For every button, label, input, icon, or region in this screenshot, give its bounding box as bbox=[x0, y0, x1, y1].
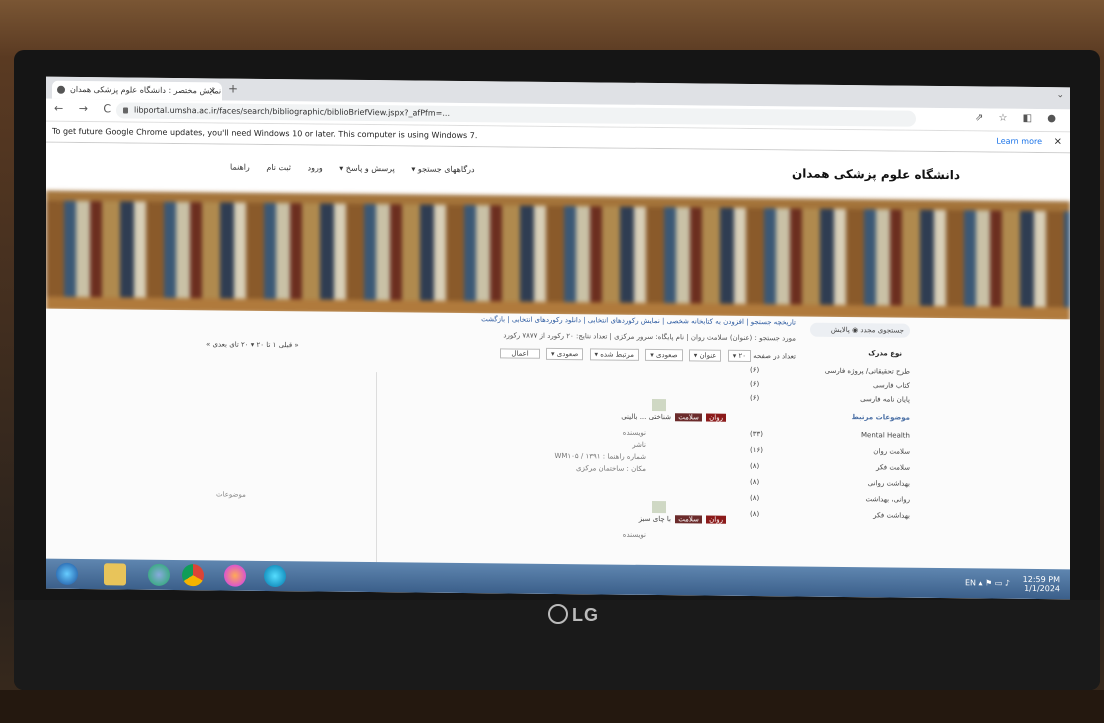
related-item[interactable]: بهداشت فکر (۸) bbox=[750, 510, 910, 520]
related-label: روانی، بهداشت bbox=[865, 495, 910, 504]
facet-item[interactable]: طرح تحقیقاتی/ پروژه فارسی (۶) bbox=[750, 366, 910, 376]
related-item[interactable]: روانی، بهداشت (۸) bbox=[750, 494, 910, 504]
sort-label: تعداد در صفحه bbox=[753, 352, 796, 361]
related-item[interactable]: Mental Health (۳۳) bbox=[750, 430, 910, 440]
refine-search-input[interactable]: جستجوی مجدد ◉ پالایش bbox=[810, 322, 910, 338]
nav-buttons[interactable]: ← → C bbox=[54, 102, 117, 116]
content-area: جستجوی مجدد ◉ پالایش نوع مدرک طرح تحقیقا… bbox=[46, 308, 1070, 600]
clock-date: 1/1/2024 bbox=[1024, 583, 1060, 594]
lg-logo: LG bbox=[548, 604, 599, 626]
menu-help[interactable]: راهنما bbox=[230, 163, 250, 172]
highlight-tag: روان bbox=[706, 413, 726, 422]
result-record[interactable]: روان سلامت با چای سبز نویسنده bbox=[426, 499, 726, 539]
related-label: سلامت فکر bbox=[876, 463, 910, 472]
infobar-close-icon[interactable]: × bbox=[1054, 132, 1062, 152]
lock-icon bbox=[123, 107, 128, 114]
ie-icon[interactable] bbox=[148, 563, 170, 586]
book-thumb-icon bbox=[652, 398, 666, 412]
sort-order-select[interactable]: صعودی ▾ bbox=[645, 348, 683, 362]
browser-tab[interactable]: نمایش مختصر : دانشگاه علوم پزشکی همدان × bbox=[52, 80, 222, 101]
side-note: موضوعات bbox=[216, 490, 246, 499]
related-item[interactable]: بهداشت روانی (۸) bbox=[750, 478, 910, 488]
menu-login[interactable]: ورود bbox=[308, 163, 323, 172]
lg-circle-icon bbox=[548, 604, 568, 624]
site-title[interactable]: دانشگاه علوم پزشکی همدان bbox=[792, 166, 960, 182]
related-item[interactable]: سلامت فکر (۸) bbox=[750, 462, 910, 472]
highlight-tag: روان bbox=[706, 515, 726, 524]
sort-order2-select[interactable]: صعودی ▾ bbox=[545, 347, 584, 361]
highlight-tag: سلامت bbox=[675, 413, 702, 422]
record-line: نویسنده bbox=[622, 428, 646, 437]
new-tab-button[interactable]: + bbox=[228, 82, 238, 96]
url-text: libportal.umsha.ac.ir/faces/search/bibli… bbox=[134, 105, 450, 118]
menu-register[interactable]: ثبت نام bbox=[266, 163, 291, 172]
pager[interactable]: « قبلی ۱ تا ۲۰ ▾ ۲۰ تای بعدی » bbox=[206, 340, 299, 349]
start-button-icon[interactable] bbox=[56, 562, 78, 585]
facet-sidebar: جستجوی مجدد ◉ پالایش نوع مدرک طرح تحقیقا… bbox=[750, 317, 1070, 600]
menu-search-portals[interactable]: درگاههای جستجو ▾ bbox=[411, 164, 474, 174]
title-suffix: با چای سبز bbox=[638, 514, 671, 524]
divider bbox=[376, 372, 377, 593]
firefox-icon[interactable] bbox=[224, 564, 246, 587]
results-panel: تاریخچه جستجو | افزودن به کتابخانه شخصی … bbox=[206, 310, 796, 596]
doc-type-heading: نوع مدرک bbox=[868, 349, 902, 358]
apply-button[interactable]: اعمال bbox=[500, 348, 540, 359]
related-label: بهداشت روانی bbox=[867, 479, 910, 488]
page-size-select[interactable]: ۲۰ ▾ bbox=[727, 349, 751, 363]
record-line: ناشر bbox=[632, 440, 646, 449]
learn-more-link[interactable]: Learn more bbox=[996, 132, 1042, 152]
chrome-icon[interactable] bbox=[182, 564, 204, 587]
explorer-icon[interactable] bbox=[104, 563, 126, 586]
menu-qa[interactable]: پرسش و پاسخ ▾ bbox=[339, 164, 395, 174]
related-item[interactable]: سلامت روان (۱۶) bbox=[750, 446, 910, 456]
related-label: بهداشت فکر bbox=[873, 511, 910, 520]
related-label: سلامت روان bbox=[873, 447, 910, 456]
sort-field-select[interactable]: عنوان ▾ bbox=[688, 349, 722, 362]
clock[interactable]: 12:59 PM 1/1/2024 bbox=[1023, 575, 1060, 593]
facet-item[interactable]: کتاب فارسی (۶) bbox=[750, 380, 910, 390]
record-line: مکان : ساختمان مرکزی bbox=[576, 464, 646, 473]
record-line: نویسنده bbox=[622, 530, 646, 539]
related-subjects-heading: موضوعات مرتبط bbox=[851, 413, 910, 422]
search-scope-radio[interactable]: پالایش bbox=[831, 326, 850, 334]
brand-label: LG bbox=[572, 605, 599, 625]
bookshelf-banner bbox=[46, 190, 1070, 322]
record-title[interactable]: روان سلامت با چای سبز bbox=[639, 515, 726, 524]
tab-title: نمایش مختصر : دانشگاه علوم پزشکی همدان bbox=[70, 84, 222, 96]
info-message: To get future Google Chrome updates, you… bbox=[52, 126, 478, 141]
screen: نمایش مختصر : دانشگاه علوم پزشکی همدان ×… bbox=[46, 76, 1070, 600]
tab-search-icon[interactable]: ⌄ bbox=[1056, 90, 1064, 100]
facet-label: پایان نامه فارسی bbox=[860, 395, 910, 404]
search-placeholder: جستجوی مجدد bbox=[860, 326, 904, 335]
highlight-tag: سلامت bbox=[675, 515, 702, 524]
facet-label: کتاب فارسی bbox=[873, 381, 910, 390]
system-tray[interactable]: EN ▴ ⚑ ▭ ♪ bbox=[965, 578, 1010, 587]
related-label: Mental Health bbox=[861, 431, 910, 440]
toolbar-icons[interactable]: ⇗ ☆ ◧ ● bbox=[975, 112, 1062, 124]
result-meta: مورد جستجو : (عنوان) سلامت روان | نام پا… bbox=[503, 331, 796, 343]
record-title[interactable]: روان سلامت شناختی ... بالینی bbox=[621, 413, 726, 422]
results-toolbar[interactable]: تاریخچه جستجو | افزودن به کتابخانه شخصی … bbox=[481, 315, 796, 326]
facet-item[interactable]: پایان نامه فارسی (۶) bbox=[750, 394, 910, 404]
tab-close-icon[interactable]: × bbox=[208, 82, 216, 100]
edge-icon[interactable] bbox=[264, 564, 286, 588]
desk bbox=[0, 690, 1104, 723]
sort-field2-select[interactable]: مرتبط شده ▾ bbox=[589, 348, 639, 361]
favicon-icon bbox=[57, 85, 65, 94]
record-line: شماره راهنما : ۱۳۹۱ / WM۱۰۵ bbox=[554, 451, 646, 461]
facet-label: طرح تحقیقاتی/ پروژه فارسی bbox=[824, 366, 910, 376]
title-suffix: شناختی ... بالینی bbox=[621, 412, 671, 422]
result-record[interactable]: روان سلامت شناختی ... بالینی نویسنده ناش… bbox=[426, 397, 726, 473]
book-thumb-icon bbox=[652, 500, 666, 514]
clock-time: 12:59 PM bbox=[1022, 574, 1060, 585]
site-menu: درگاههای جستجو ▾ پرسش و پاسخ ▾ ورود ثبت … bbox=[216, 162, 475, 175]
sort-row: تعداد در صفحه ۲۰ ▾ عنوان ▾ صعودی ▾ مرتبط… bbox=[496, 347, 796, 363]
